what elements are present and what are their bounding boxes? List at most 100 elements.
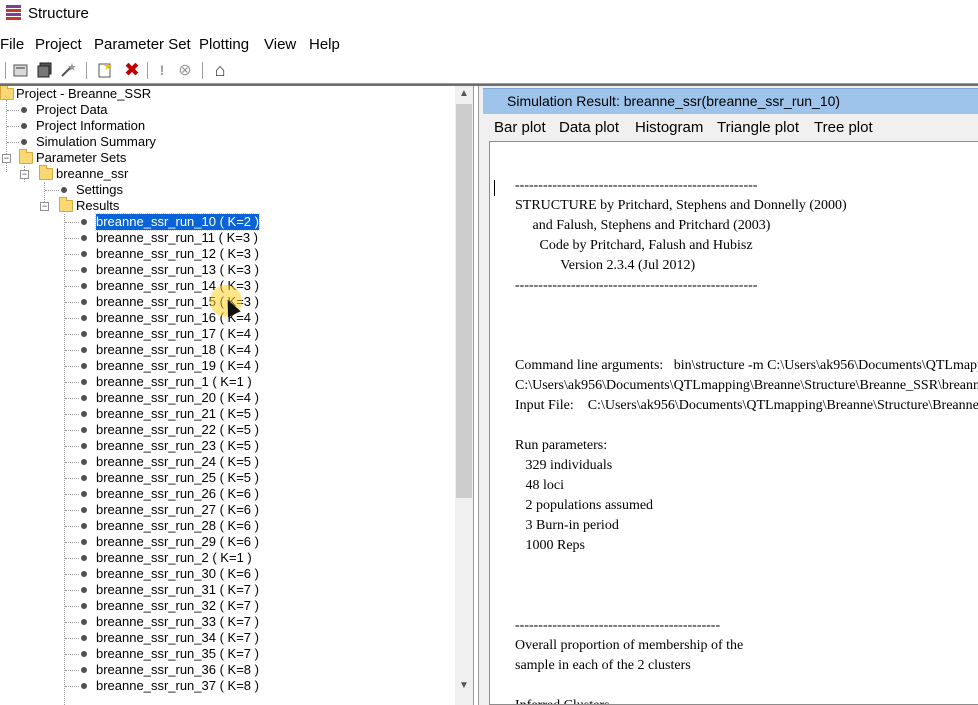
run-label: breanne_ssr_run_12 ( K=3 ) xyxy=(96,246,259,261)
menu-project[interactable]: Project xyxy=(35,36,82,53)
title-bar: Structure xyxy=(0,0,978,30)
run-label: breanne_ssr_run_23 ( K=5 ) xyxy=(96,438,259,453)
simulation-result-panel: Simulation Result: breanne_ssr(breanne_s… xyxy=(478,86,978,705)
leaf-bullet-icon xyxy=(81,443,87,449)
run-label: breanne_ssr_run_20 ( K=4 ) xyxy=(96,390,259,405)
text-caret xyxy=(494,180,495,196)
toolbar-separator xyxy=(147,62,149,79)
leaf-bullet-icon xyxy=(81,571,87,577)
run-label: breanne_ssr_run_18 ( K=4 ) xyxy=(96,342,259,357)
run-label: breanne_ssr_run_24 ( K=5 ) xyxy=(96,454,259,469)
run-label: breanne_ssr_run_31 ( K=7 ) xyxy=(96,582,259,597)
run-label: breanne_ssr_run_28 ( K=6 ) xyxy=(96,518,259,533)
collapse-icon[interactable]: − xyxy=(2,154,11,163)
new-parameter-set-icon[interactable] xyxy=(95,60,115,80)
run-label: breanne_ssr_run_26 ( K=6 ) xyxy=(96,486,259,501)
project-tree[interactable]: Project - Breanne_SSR Project Data Proje… xyxy=(0,86,474,705)
leaf-bullet-icon xyxy=(81,555,87,561)
run-label: breanne_ssr_run_27 ( K=6 ) xyxy=(96,502,259,517)
run-icon[interactable]: ! xyxy=(152,60,172,80)
leaf-bullet-icon xyxy=(81,427,87,433)
scroll-down-icon[interactable]: ▼ xyxy=(455,678,473,694)
leaf-bullet-icon xyxy=(81,235,87,241)
leaf-bullet-icon xyxy=(81,539,87,545)
tab-triangle-plot[interactable]: Triangle plot xyxy=(717,119,799,136)
leaf-bullet-icon xyxy=(81,267,87,273)
leaf-bullet-icon xyxy=(81,395,87,401)
run-label: breanne_ssr_run_36 ( K=8 ) xyxy=(96,662,259,677)
leaf-bullet-icon xyxy=(21,123,27,129)
run-label: breanne_ssr_run_29 ( K=6 ) xyxy=(96,534,259,549)
menu-help[interactable]: Help xyxy=(309,36,340,53)
leaf-bullet-icon xyxy=(81,315,87,321)
run-label: breanne_ssr_run_32 ( K=7 ) xyxy=(96,598,259,613)
toolbar-separator xyxy=(5,62,7,79)
leaf-bullet-icon xyxy=(81,683,87,689)
leaf-bullet-icon xyxy=(81,523,87,529)
leaf-bullet-icon xyxy=(81,363,87,369)
run-label: breanne_ssr_run_2 ( K=1 ) xyxy=(96,550,252,565)
run-label: breanne_ssr_run_35 ( K=7 ) xyxy=(96,646,259,661)
scrollbar-thumb[interactable] xyxy=(456,104,472,498)
leaf-bullet-icon xyxy=(81,587,87,593)
tab-tree-plot[interactable]: Tree plot xyxy=(814,119,873,136)
result-output-text: ----------------------------------------… xyxy=(515,178,978,704)
run-label: breanne_ssr_run_1 ( K=1 ) xyxy=(96,374,252,389)
tab-histogram[interactable]: Histogram xyxy=(635,119,703,136)
stop-icon[interactable]: ⊗ xyxy=(175,60,195,80)
run-label: breanne_ssr_run_34 ( K=7 ) xyxy=(96,630,259,645)
folder-icon xyxy=(39,165,53,180)
wizard-icon[interactable] xyxy=(58,60,78,80)
leaf-bullet-icon xyxy=(81,299,87,305)
leaf-bullet-icon xyxy=(81,491,87,497)
collapse-icon[interactable]: − xyxy=(20,170,29,179)
run-label: breanne_ssr_run_10 ( K=2 ) xyxy=(95,213,260,231)
run-label: breanne_ssr_run_30 ( K=6 ) xyxy=(96,566,259,581)
run-label: breanne_ssr_run_19 ( K=4 ) xyxy=(96,358,259,373)
leaf-bullet-icon xyxy=(21,107,27,113)
result-menu-bar: Bar plot Data plot Histogram Triangle pl… xyxy=(479,116,978,140)
run-label: breanne_ssr_run_17 ( K=4 ) xyxy=(96,326,259,341)
leaf-bullet-icon xyxy=(81,459,87,465)
leaf-bullet-icon xyxy=(81,411,87,417)
menu-bar: File Project Parameter Set Plotting View… xyxy=(0,34,978,56)
run-label: breanne_ssr_run_13 ( K=3 ) xyxy=(96,262,259,277)
run-label: breanne_ssr_run_33 ( K=7 ) xyxy=(96,614,259,629)
menu-view[interactable]: View xyxy=(264,36,296,53)
result-text-area[interactable]: ----------------------------------------… xyxy=(489,141,978,705)
menu-file[interactable]: File xyxy=(0,36,24,53)
run-label: breanne_ssr_run_11 ( K=3 ) xyxy=(96,230,258,245)
collapse-icon[interactable]: − xyxy=(40,202,49,211)
folder-icon xyxy=(59,197,73,212)
leaf-bullet-icon xyxy=(81,347,87,353)
window-title: Structure xyxy=(28,5,89,22)
toolbar: ✖ ! ⊗ ⌂ xyxy=(0,58,978,84)
scroll-up-icon[interactable]: ▲ xyxy=(455,86,473,102)
open-project-icon[interactable] xyxy=(35,60,55,80)
leaf-bullet-icon xyxy=(81,475,87,481)
run-label: breanne_ssr_run_37 ( K=8 ) xyxy=(96,678,259,693)
leaf-bullet-icon xyxy=(81,507,87,513)
leaf-bullet-icon xyxy=(81,283,87,289)
menu-plotting[interactable]: Plotting xyxy=(199,36,249,53)
leaf-bullet-icon xyxy=(61,187,67,193)
run-label: breanne_ssr_run_22 ( K=5 ) xyxy=(96,422,259,437)
leaf-bullet-icon xyxy=(81,635,87,641)
leaf-bullet-icon xyxy=(21,139,27,145)
home-icon[interactable]: ⌂ xyxy=(210,60,230,80)
delete-icon[interactable]: ✖ xyxy=(122,60,142,81)
leaf-bullet-icon xyxy=(81,379,87,385)
leaf-bullet-icon xyxy=(81,219,87,225)
tree-scrollbar[interactable]: ▲ ▼ xyxy=(455,86,473,705)
leaf-bullet-icon xyxy=(81,331,87,337)
tab-data-plot[interactable]: Data plot xyxy=(559,119,619,136)
leaf-bullet-icon xyxy=(81,603,87,609)
tab-bar-plot[interactable]: Bar plot xyxy=(494,119,546,136)
toolbar-separator xyxy=(86,62,88,79)
menu-parameter-set[interactable]: Parameter Set xyxy=(94,36,191,53)
new-project-icon[interactable] xyxy=(11,60,31,80)
structure-app-icon xyxy=(6,5,21,22)
result-title: Simulation Result: breanne_ssr(breanne_s… xyxy=(507,93,841,109)
leaf-bullet-icon xyxy=(81,619,87,625)
leaf-bullet-icon xyxy=(81,251,87,257)
